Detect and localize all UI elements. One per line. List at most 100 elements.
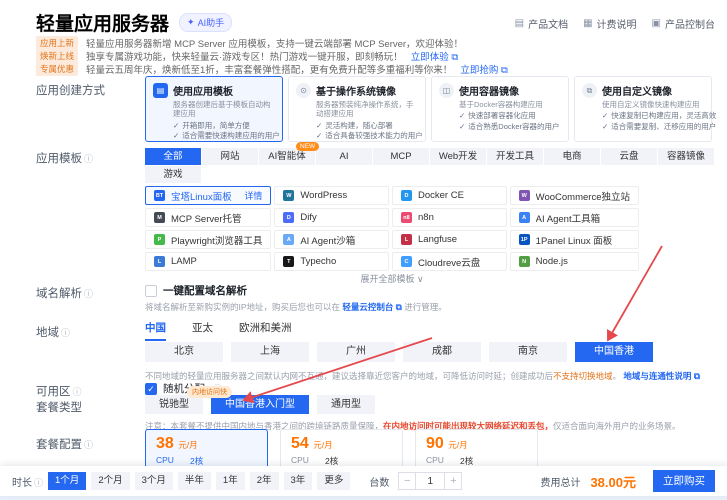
creation-card-app-template[interactable]: ▤ 使用应用模板 服务器创建后基于模板自动构建应用 ✓开箱即用，简单方便 ✓适合… [145,76,283,142]
plan-price: 54 [291,435,309,452]
zone-random-checkbox[interactable]: ✓ [145,383,157,395]
tab-web-dev[interactable]: Web开发 [430,148,486,165]
dns-checkbox[interactable] [145,285,157,297]
template-name: Playwright浏览器工具 [171,233,262,247]
city-guangzhou[interactable]: 广州 [317,342,395,362]
app-icon: D [401,190,412,201]
app-icon: BT [154,190,165,201]
template-item[interactable]: 1P 1Panel Linux 面板 [510,230,639,249]
plan-price: 90 [426,435,444,452]
announcement-link[interactable]: 立即抢购 ⧉ [460,62,507,76]
package-type-general[interactable]: 通用型 [317,395,375,414]
nav-label: 计费说明 [597,16,637,31]
tab-mcp[interactable]: MCP [373,148,429,165]
app-icon: A [283,234,294,245]
template-name: LAMP [171,256,197,267]
creation-card-os-image[interactable]: ⊙ 基于操作系统镜像 服务器预装纯净操作系统，手动搭建应用 ✓灵活构建，随心部署… [288,76,426,142]
template-item[interactable]: BT 宝塔Linux面板 详情 [145,186,271,205]
tab-cloud-disk[interactable]: 云盘 [601,148,657,165]
creation-card-title: 使用应用模板 [173,83,233,98]
template-item[interactable]: D Docker CE [392,186,507,205]
custom-image-icon: ⧉ [582,83,597,98]
template-item[interactable]: D Dify [274,208,389,227]
city-hongkong[interactable]: 中国香港 [575,342,653,362]
duration-3month[interactable]: 3个月 [135,472,173,490]
ai-assistant-button[interactable]: ✦ AI助手 [179,13,232,32]
app-icon: L [401,234,412,245]
package-type-buttons: 锐驰型 中国香港入门型 通用型 [145,395,375,414]
tab-ecommerce[interactable]: 电商 [544,148,600,165]
nav-label: 产品文档 [528,16,568,31]
tab-ai[interactable]: AI [316,148,372,165]
duration-1month[interactable]: 1个月 [48,472,86,490]
check-icon: ✓ [459,122,465,131]
tab-game[interactable]: 游戏 [145,166,201,183]
creation-card-point: ✓适合具备较强技术能力的用户 [316,131,419,142]
city-nanjing[interactable]: 南京 [489,342,567,362]
template-name: Cloudreve云盘 [418,255,480,269]
nav-product-docs[interactable]: ▤ 产品文档 [515,16,568,31]
app-icon: M [154,212,165,223]
ai-assistant-label: AI助手 [198,16,225,29]
duration-halfyear[interactable]: 半年 [178,472,211,490]
creation-method-cards: ▤ 使用应用模板 服务器创建后基于模板自动构建应用 ✓开箱即用，简单方便 ✓适合… [145,76,712,142]
plan-price-unit: 元/月 [313,440,332,450]
template-item[interactable]: M MCP Server托管 [145,208,271,227]
city-chengdu[interactable]: 成都 [403,342,481,362]
region-tab-eu-us[interactable]: 欧洲和美洲 [239,320,292,341]
duration-2month[interactable]: 2个月 [91,472,129,490]
duration-more[interactable]: 更多 [317,472,350,490]
check-icon: ✓ [316,131,322,140]
template-item[interactable]: T Typecho [274,252,389,271]
quantity-plus-button[interactable]: + [444,472,462,490]
duration-1year[interactable]: 1年 [216,472,245,490]
duration-2year[interactable]: 2年 [250,472,279,490]
region-tab-apac[interactable]: 亚太 [192,320,213,341]
template-item[interactable]: L LAMP [145,252,271,271]
city-beijing[interactable]: 北京 [145,342,223,362]
region-tab-china[interactable]: 中国 [145,320,166,341]
check-icon: ✓ [602,122,608,131]
template-detail-link[interactable]: 详情 [244,189,262,202]
quantity-value: 1 [416,472,444,490]
dns-note: 将域名解析至新购实例的IP地址，购买后您也可以在 轻量云控制台 ⧉ 进行管理。 [145,301,447,313]
creation-card-custom-image[interactable]: ⧉ 使用自定义镜像 使用自定义镜像快速构建应用 ✓快速复制已构建应用，灵活高效 … [574,76,712,142]
console-link[interactable]: 轻量云控制台 ⧉ [342,302,401,312]
announcement-text: 轻量应用服务器新增 MCP Server 应用模板，支持一键云端部署 MCP S… [86,36,463,50]
bottom-strip [0,496,727,500]
container-icon: ◫ [439,83,454,98]
creation-card-container-image[interactable]: ◫ 使用容器镜像 基于Docker容器构建应用 ✓快速部署容器化应用 ✓适合熟悉… [431,76,569,142]
header-nav: ▤ 产品文档 ▦ 计费说明 ▣ 产品控制台 [515,16,715,31]
template-name: 1Panel Linux 面板 [536,233,613,247]
creation-card-title: 使用自定义镜像 [602,83,672,98]
info-icon: ⓘ [73,387,82,397]
tab-dev-tools[interactable]: 开发工具 [487,148,543,165]
template-item[interactable]: A AI Agent工具箱 [510,208,639,227]
nav-console[interactable]: ▣ 产品控制台 [652,16,715,31]
app-icon: L [154,256,165,267]
region-connectivity-link[interactable]: 地域与连通性说明 ⧉ [623,371,699,381]
dns-checkbox-label: 一键配置域名解析 [163,283,247,298]
template-item[interactable]: P Playwright浏览器工具 [145,230,271,249]
buy-now-button[interactable]: 立即购买 [653,470,715,492]
creation-card-point: ✓适合需要复制、迁移应用的用户 [602,122,705,133]
info-icon: ⓘ [61,328,70,338]
nav-billing-info[interactable]: ▦ 计费说明 [583,16,636,31]
template-item[interactable]: n8 n8n [392,208,507,227]
check-icon: ✓ [602,111,608,120]
announcement-link[interactable]: 立即体验 ⧉ [411,49,458,63]
template-item[interactable]: A AI Agent沙箱 [274,230,389,249]
tab-all[interactable]: 全部 [145,148,201,165]
template-item[interactable]: L Langfuse [392,230,507,249]
package-type-badge: 内地访问快 [187,386,232,398]
tab-container[interactable]: 容器镜像 [658,148,714,165]
template-item[interactable]: W WordPress [274,186,389,205]
template-item[interactable]: C Cloudreve云盘 [392,252,507,271]
city-shanghai[interactable]: 上海 [231,342,309,362]
tab-website[interactable]: 网站 [202,148,258,165]
template-item[interactable]: N Node.js [510,252,639,271]
quantity-minus-button[interactable]: − [398,472,416,490]
duration-3year[interactable]: 3年 [284,472,313,490]
creation-card-point: ✓灵活构建，随心部署 [316,121,419,132]
template-item[interactable]: W WooCommerce独立站 [510,186,639,205]
